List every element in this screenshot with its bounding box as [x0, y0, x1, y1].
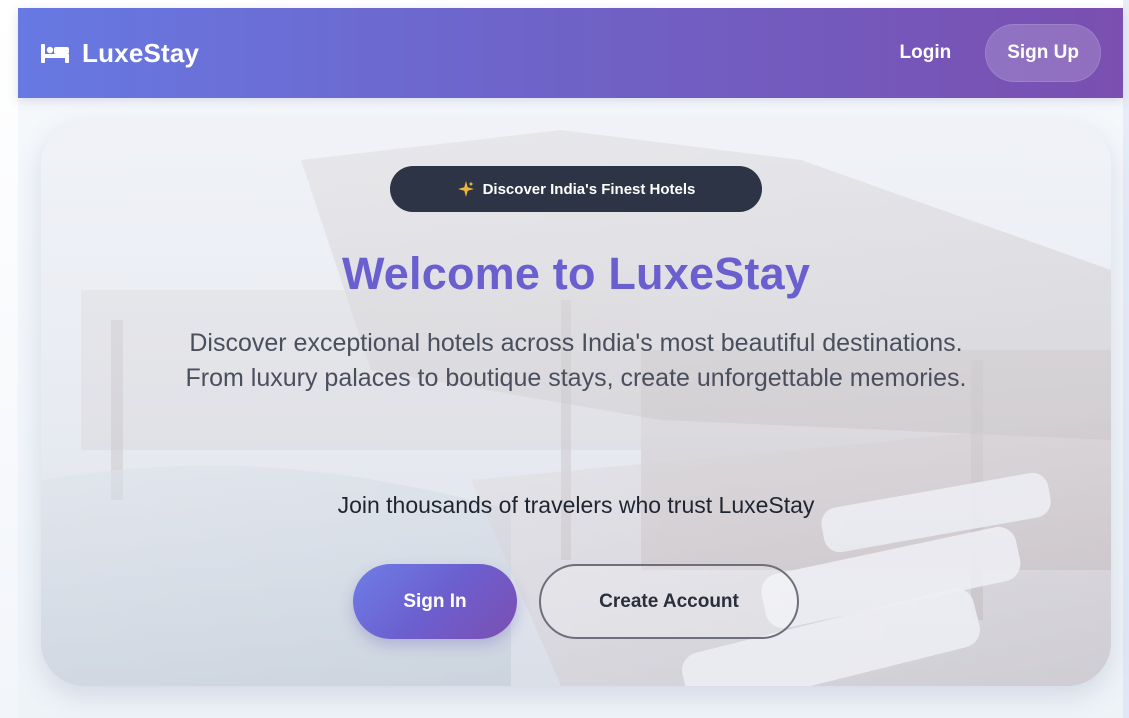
left-edge	[0, 0, 18, 718]
hero-title: Welcome to LuxeStay	[341, 248, 811, 299]
right-edge	[1123, 0, 1129, 718]
hero-join-text: Join thousands of travelers who trust Lu…	[337, 492, 815, 518]
nav-actions: Login Sign Up	[900, 24, 1101, 82]
brand-name: LuxeStay	[82, 37, 200, 68]
sparkle-icon	[457, 180, 475, 198]
top-edge	[0, 0, 1129, 8]
page: LuxeStay Login Sign Up Discover India's …	[0, 0, 1129, 718]
navbar: LuxeStay Login Sign Up	[18, 8, 1123, 98]
brand-logo[interactable]: LuxeStay	[40, 38, 199, 69]
hero-badge-text: Discover India's Finest Hotels	[482, 180, 696, 198]
signup-button[interactable]: Sign Up	[985, 24, 1101, 82]
sign-in-button[interactable]: Sign In	[353, 564, 517, 639]
hero-badge: Discover India's Finest Hotels	[390, 166, 762, 212]
hero-section: Discover India's Finest Hotels Welcome t…	[41, 120, 1111, 686]
login-link[interactable]: Login	[900, 42, 952, 64]
bed-icon	[40, 42, 70, 64]
create-account-button[interactable]: Create Account	[539, 564, 799, 639]
hero-description: Discover exceptional hotels across India…	[185, 329, 967, 392]
hero-content: Discover India's Finest Hotels Welcome t…	[41, 120, 1111, 686]
